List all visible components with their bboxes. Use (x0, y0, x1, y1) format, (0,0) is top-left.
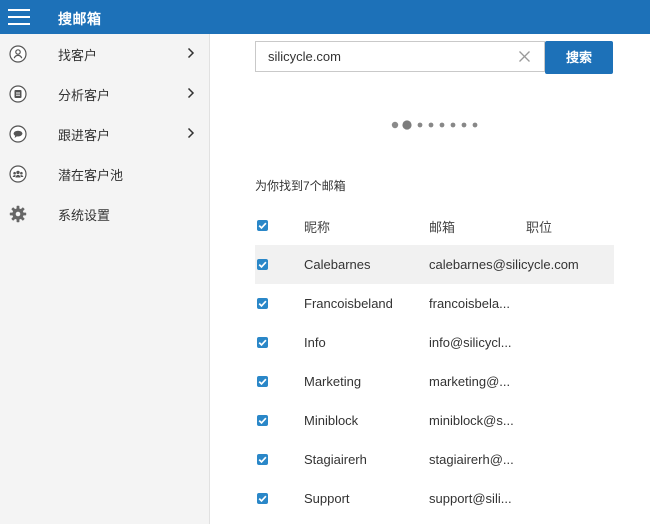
table-row[interactable]: Stagiairerh stagiairerh@... (255, 440, 614, 479)
sidebar-item-label: 潜在客户池 (58, 168, 124, 183)
table-row[interactable]: Miniblock miniblock@s... (255, 401, 614, 440)
cell-email: support@sili... (429, 491, 512, 506)
sidebar-item-label: 找客户 (58, 48, 98, 63)
row-checkbox[interactable] (257, 337, 268, 348)
chat-icon (9, 125, 27, 143)
cell-email: calebarnes@silicycle.com (429, 257, 579, 272)
sidebar-item-follow-up-customers[interactable]: 跟进客户 (0, 114, 209, 154)
row-checkbox[interactable] (257, 259, 268, 270)
table-row[interactable]: Info info@silicycl... (255, 323, 614, 362)
loading-indicator (391, 120, 478, 130)
table-row[interactable]: Francoisbeland francoisbela... (255, 284, 614, 323)
search-button[interactable]: 搜索 (545, 41, 613, 74)
search-box (255, 41, 545, 72)
cell-nickname: Francoisbeland (304, 296, 393, 311)
sidebar-item-potential-customer-pool[interactable]: 潜在客户池 (0, 154, 209, 194)
cell-nickname: Info (304, 335, 326, 350)
cell-nickname: Calebarnes (304, 257, 371, 272)
result-summary: 为你找到7个邮箱 (255, 179, 346, 193)
user-icon (9, 45, 27, 63)
search-input[interactable] (256, 42, 512, 71)
sidebar-item-system-settings[interactable]: 系统设置 (0, 194, 209, 234)
gear-icon (9, 205, 27, 223)
app-title: 搜邮箱 (58, 11, 102, 27)
cell-nickname: Support (304, 491, 350, 506)
document-icon (9, 85, 27, 103)
chevron-right-icon (187, 127, 195, 139)
sidebar-item-analyze-customers[interactable]: 分析客户 (0, 74, 209, 114)
chevron-right-icon (187, 47, 195, 59)
chevron-right-icon (187, 87, 195, 99)
column-header-email: 邮箱 (429, 220, 456, 235)
cell-email: info@silicycl... (429, 335, 512, 350)
cell-email: francoisbela... (429, 296, 510, 311)
cell-nickname: Miniblock (304, 413, 359, 428)
column-header-position: 职位 (526, 220, 553, 235)
hamburger-menu-icon[interactable] (8, 7, 30, 27)
select-all-checkbox[interactable] (257, 220, 268, 231)
sidebar-item-find-customers[interactable]: 找客户 (0, 34, 209, 74)
clear-icon[interactable] (518, 50, 531, 63)
table-row[interactable]: Calebarnes calebarnes@silicycle.com (255, 245, 614, 284)
sidebar-item-label: 系统设置 (58, 208, 111, 223)
cell-email: stagiairerh@... (429, 452, 514, 467)
table-row[interactable]: Support support@sili... (255, 479, 614, 518)
row-checkbox[interactable] (257, 415, 268, 426)
top-bar: 搜邮箱 (0, 0, 650, 34)
table-row[interactable]: Marketing marketing@... (255, 362, 614, 401)
sidebar-item-label: 跟进客户 (58, 128, 111, 143)
sidebar-item-label: 分析客户 (58, 88, 111, 103)
row-checkbox[interactable] (257, 493, 268, 504)
cell-email: marketing@... (429, 374, 511, 389)
row-checkbox[interactable] (257, 376, 268, 387)
row-checkbox[interactable] (257, 298, 268, 309)
main-content: 搜索 为你找到7个邮箱 昵称 邮箱 职位 Calebarnes calebarn… (210, 34, 650, 524)
cell-nickname: Marketing (304, 374, 362, 389)
cell-email: miniblock@s... (429, 413, 514, 428)
sidebar: 找客户 分析客户 跟进客户 潜在客户池 系统设置 (0, 34, 210, 524)
column-header-nickname: 昵称 (304, 220, 331, 235)
group-icon (9, 165, 27, 183)
row-checkbox[interactable] (257, 454, 268, 465)
cell-nickname: Stagiairerh (304, 452, 367, 467)
